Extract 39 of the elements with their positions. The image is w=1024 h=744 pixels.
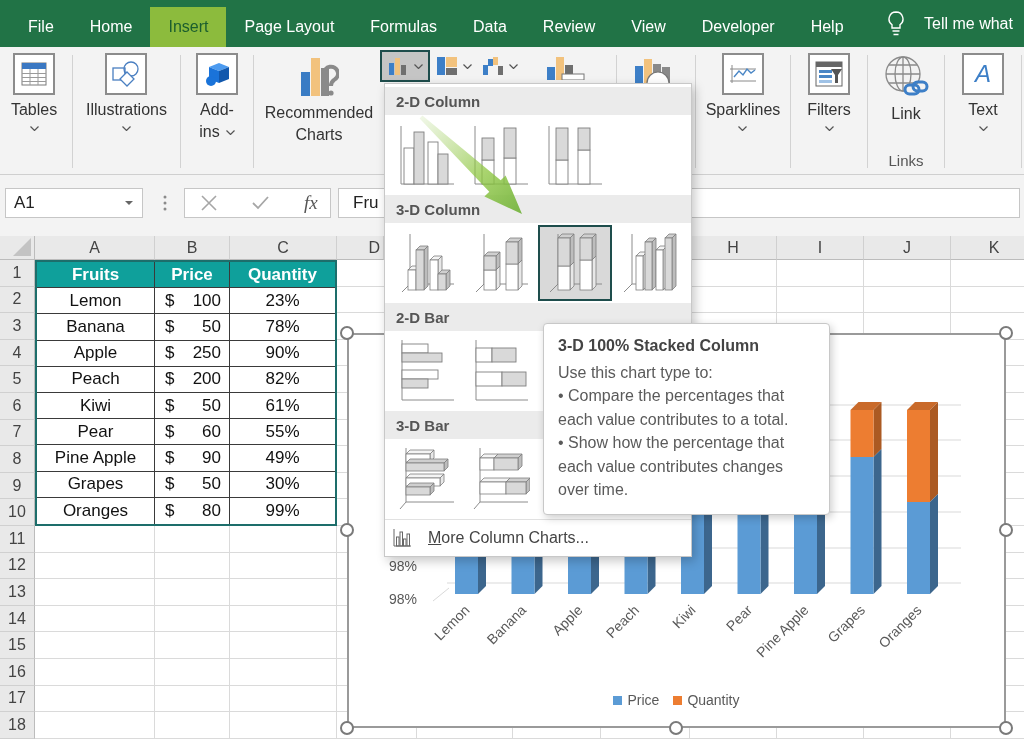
legend-label: Price — [627, 692, 660, 708]
tooltip-text: Use this chart type to: — [558, 363, 714, 383]
section-header: 3-D Column — [385, 195, 691, 223]
table-header-cell: Quantity — [230, 262, 335, 289]
price-value: 60 — [202, 421, 221, 442]
table-cell: Grapes — [37, 471, 155, 498]
table-cell: Kiwi — [37, 392, 155, 420]
currency-symbol: $ — [165, 369, 175, 390]
price-value: 200 — [192, 369, 221, 390]
tooltip-title: 3-D 100% Stacked Column — [558, 336, 760, 356]
price-value: 90 — [202, 447, 221, 468]
price-value: 50 — [202, 316, 221, 337]
currency-symbol: $ — [165, 290, 175, 311]
section-header: 2-D Column — [385, 87, 691, 115]
axis-label: 98% — [388, 558, 417, 574]
axis-label: 98% — [388, 591, 417, 607]
price-value: 50 — [202, 395, 221, 416]
table-cell: Lemon — [37, 288, 155, 315]
table-cell: Pear — [37, 419, 155, 446]
currency-symbol: $ — [165, 421, 175, 442]
price-value: 80 — [202, 500, 221, 521]
price-value: 100 — [192, 290, 221, 311]
legend-label: Quantity — [687, 692, 740, 708]
currency-symbol: $ — [165, 447, 175, 468]
table-cell: Peach — [37, 366, 155, 393]
table-header-cell: Price — [155, 262, 230, 289]
price-value: 250 — [192, 343, 221, 364]
currency-symbol: $ — [165, 395, 175, 416]
currency-symbol: $ — [165, 316, 175, 337]
currency-symbol: $ — [165, 474, 175, 495]
table-header-cell: Fruits — [37, 262, 155, 289]
table-cell: Banana — [37, 314, 155, 341]
table-cell: Pine Apple — [37, 445, 155, 472]
currency-symbol: $ — [165, 343, 175, 364]
price-value: 50 — [202, 474, 221, 495]
currency-symbol: $ — [165, 500, 175, 521]
table-cell: Apple — [37, 340, 155, 367]
text-box-icon: A — [962, 53, 1004, 95]
group-label: Links — [888, 152, 924, 170]
